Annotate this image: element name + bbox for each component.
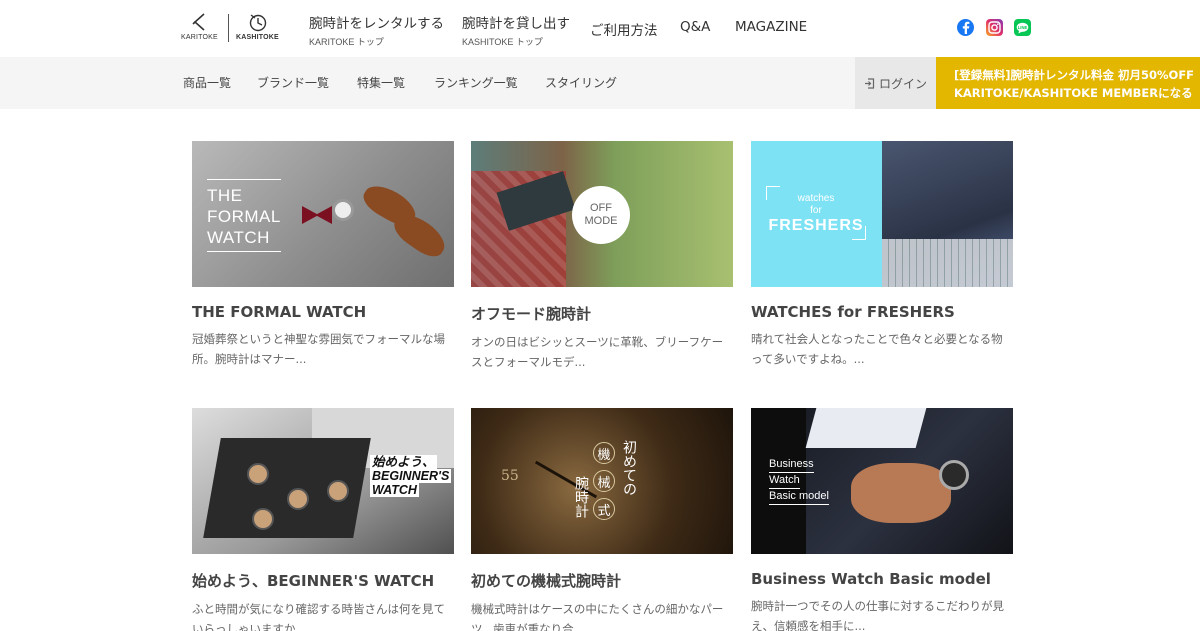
subnav-features[interactable]: 特集一覧 (357, 74, 405, 91)
subnav-products[interactable]: 商品一覧 (183, 74, 231, 91)
card-description: 機械式時計はケースの中にたくさんの細かなパーツ、歯車が重なり合... (471, 602, 724, 631)
nav-rent-label: 腕時計をレンタルする (309, 16, 444, 32)
watch-icon (939, 460, 969, 490)
nav-lend-sub: KASHITOKE トップ (462, 37, 543, 47)
watch-icon (252, 508, 274, 530)
thumb-caption-line-2: 腕時計 (573, 476, 589, 518)
card-title[interactable]: THE FORMAL WATCH (192, 303, 454, 321)
instagram-icon[interactable] (986, 19, 1003, 36)
kashitoke-logo[interactable]: KASHITOKE (236, 12, 279, 41)
watch-icon (287, 488, 309, 510)
thumb-caption: 始めよう、 BEGINNER'S WATCH (370, 455, 452, 497)
dial-numeral: 55 (501, 468, 519, 484)
card-thumbnail[interactable]: Business Watch Basic model (751, 408, 1013, 554)
subnav-brands[interactable]: ブランド一覧 (257, 74, 329, 91)
nav-lend-watch[interactable]: 腕時計を貸し出す KASHITOKE トップ (462, 12, 570, 48)
karitoke-logo[interactable]: KARITOKE (181, 12, 218, 41)
keyboard-shape (882, 239, 1013, 287)
watch-icon (247, 463, 269, 485)
thumb-rule (207, 179, 281, 180)
login-label: ログイン (878, 76, 927, 91)
subnav-rankings[interactable]: ランキング一覧 (434, 74, 518, 91)
off-mode-badge: OFF MODE (572, 186, 630, 244)
card-title[interactable]: 初めての機械式腕時計 (471, 570, 733, 591)
feature-card-beginners-watch[interactable]: 始めよう、 BEGINNER'S WATCH 始めよう、BEGINNER'S W… (192, 408, 454, 631)
promo-line-1: [登録無料]腕時計レンタル料金 初月50%OFF (954, 68, 1195, 82)
shoe-shape (389, 207, 451, 263)
nav-how-to-use[interactable]: ご利用方法 (590, 19, 658, 39)
watch-icon (327, 480, 349, 502)
kashitoke-logo-text: KASHITOKE (236, 34, 279, 41)
card-thumbnail[interactable]: THE FORMAL WATCH (192, 141, 454, 287)
card-title[interactable]: オフモード腕時計 (471, 303, 733, 324)
hand-shape (851, 463, 951, 523)
promo-line-2: KARITOKE/KASHITOKE MEMBERになる (954, 86, 1193, 100)
thumb-caption: watches for FRESHERS (768, 193, 864, 234)
card-description: ふと時間が気になり確認する時皆さんは何を見ていらっしゃいますか... (192, 602, 445, 631)
shirt-cuff-shape (805, 408, 927, 448)
nav-rent-watch[interactable]: 腕時計をレンタルする KARITOKE トップ (309, 12, 444, 48)
nav-qa[interactable]: Q&A (680, 19, 710, 35)
thumb-caption-kanji-ring: 機 (593, 442, 615, 464)
feature-card-freshers[interactable]: watches for FRESHERS WATCHES for FRESHER… (751, 141, 1013, 369)
member-promo-banner[interactable]: [登録無料]腕時計レンタル料金 初月50%OFF KARITOKE/KASHIT… (936, 57, 1200, 109)
nav-lend-label: 腕時計を貸し出す (462, 16, 570, 32)
nav-rent-sub: KARITOKE トップ (309, 37, 384, 47)
thumb-caption-kanji-ring: 械 (593, 470, 615, 492)
thumb-rule (207, 251, 281, 252)
facebook-icon[interactable] (957, 19, 974, 36)
card-description: 晴れて社会人となったことで色々と必要となる物って多いですよね。... (751, 332, 1003, 366)
card-thumbnail[interactable]: watches for FRESHERS (751, 141, 1013, 287)
karitoke-logo-text: KARITOKE (181, 34, 218, 41)
card-title[interactable]: WATCHES for FRESHERS (751, 303, 1013, 321)
thumb-caption: Business Watch Basic model (769, 457, 829, 505)
line-icon[interactable]: LINE (1014, 19, 1031, 36)
card-description: 冠婚葬祭というと神聖な雰囲気でフォーマルな場所。腕時計はマナー... (192, 332, 445, 366)
thumb-caption-kanji-ring: 式 (593, 498, 615, 520)
karitoke-mark-icon (188, 12, 210, 32)
logo-divider (228, 14, 229, 42)
feature-card-mechanical-watch[interactable]: 55 初めての 機 械 式 腕時計 初めての機械式腕時計 機械式時計はケースの中… (471, 408, 733, 631)
feature-card-off-mode[interactable]: OFF MODE オフモード腕時計 オンの日はビシッとスーツに革靴、ブリーフケー… (471, 141, 733, 372)
subnav-styling[interactable]: スタイリング (545, 74, 617, 91)
top-header: KARITOKE KASHITOKE 腕時計をレンタルする KARITOKE ト… (0, 0, 1200, 57)
card-title[interactable]: 始めよう、BEGINNER'S WATCH (192, 570, 454, 591)
card-thumbnail[interactable]: OFF MODE (471, 141, 733, 287)
login-button[interactable]: ログイン (855, 57, 936, 109)
sub-nav: 商品一覧 ブランド一覧 特集一覧 ランキング一覧 スタイリング ログイン [登録… (0, 57, 1200, 109)
thumb-caption-line-1: 初めての (621, 440, 637, 496)
feature-card-formal-watch[interactable]: THE FORMAL WATCH THE FORMAL WATCH 冠婚葬祭とい… (192, 141, 454, 369)
card-title[interactable]: Business Watch Basic model (751, 570, 1013, 588)
card-thumbnail[interactable]: 55 初めての 機 械 式 腕時計 (471, 408, 733, 554)
watch-icon (332, 199, 354, 221)
card-thumbnail[interactable]: 始めよう、 BEGINNER'S WATCH (192, 408, 454, 554)
card-description: 腕時計一つでその人の仕事に対するこだわりが見え、信頼感を相手に... (751, 599, 1004, 631)
nav-magazine[interactable]: MAGAZINE (735, 19, 807, 35)
svg-text:LINE: LINE (1018, 25, 1028, 30)
kashitoke-clock-icon (246, 12, 268, 32)
card-description: オンの日はビシッとスーツに革靴、ブリーフケースとフォーマルモデ... (471, 335, 724, 369)
login-icon (864, 77, 875, 89)
thumb-caption: THE FORMAL WATCH (207, 186, 281, 247)
feature-card-business-watch[interactable]: Business Watch Basic model Business Watc… (751, 408, 1013, 631)
bowtie-shape (302, 206, 332, 224)
